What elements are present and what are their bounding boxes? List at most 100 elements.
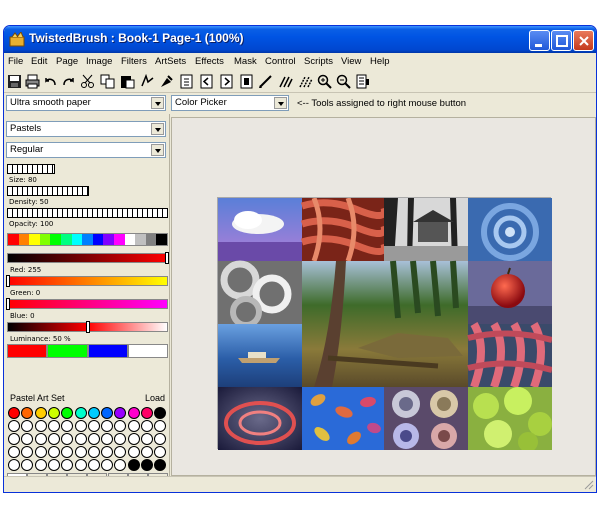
palette-color-well[interactable] [87, 446, 100, 458]
palette-load-button[interactable]: Load [145, 393, 165, 403]
menu-filters[interactable]: Filters [121, 56, 147, 67]
palette-color-well[interactable] [34, 459, 47, 471]
menu-artsets[interactable]: ArtSets [155, 56, 186, 67]
palette-color-well[interactable] [154, 433, 167, 445]
palette-color-well[interactable] [21, 433, 34, 445]
palette-color-well[interactable] [47, 407, 60, 419]
palette-color-well[interactable] [34, 407, 47, 419]
palette-color-well[interactable] [127, 407, 140, 419]
copy-icon[interactable] [100, 74, 115, 89]
palette-color-well[interactable] [101, 407, 114, 419]
right-tool-dropdown[interactable]: Color Picker [171, 95, 289, 111]
chevron-down-icon[interactable] [274, 97, 287, 109]
canvas-page[interactable] [217, 197, 553, 452]
chevron-down-icon[interactable] [151, 97, 164, 109]
palette-color-well[interactable] [47, 433, 60, 445]
menu-page[interactable]: Page [56, 56, 78, 67]
palette-color-well[interactable] [74, 459, 87, 471]
palette-color-well[interactable] [127, 446, 140, 458]
palette-color-well[interactable] [154, 459, 167, 471]
palette-color-well[interactable] [21, 407, 34, 419]
palette-color-well[interactable] [87, 407, 100, 419]
prev-page-icon[interactable] [199, 74, 214, 89]
menu-control[interactable]: Control [265, 56, 296, 67]
blend-icon[interactable] [298, 74, 313, 89]
blue-slider-thumb[interactable] [6, 298, 10, 310]
palette-color-well[interactable] [21, 459, 34, 471]
palette-color-well[interactable] [34, 446, 47, 458]
next-page-icon[interactable] [219, 74, 234, 89]
palette-color-well[interactable] [47, 446, 60, 458]
clone-icon[interactable] [140, 74, 155, 89]
palette-color-well[interactable] [141, 433, 153, 445]
palette-color-well[interactable] [74, 433, 87, 445]
green-slider[interactable] [6, 275, 168, 287]
palette-color-well[interactable] [47, 459, 60, 471]
print-icon[interactable] [25, 74, 40, 89]
palette-color-well[interactable] [61, 420, 74, 432]
brush-set-dropdown[interactable]: Pastels [6, 121, 166, 137]
spectrum-color-cell[interactable] [61, 234, 72, 245]
palette-color-well[interactable] [127, 433, 140, 445]
spectrum-color-cell[interactable] [92, 234, 104, 245]
new-page-icon[interactable] [179, 74, 194, 89]
size-slider[interactable] [7, 164, 55, 174]
spectrum-color-cell[interactable] [82, 234, 93, 245]
palette-color-well[interactable] [21, 420, 34, 432]
color-swatch[interactable] [47, 344, 88, 358]
menu-image[interactable]: Image [86, 56, 112, 67]
palette-color-well[interactable] [141, 420, 153, 432]
palette-color-well[interactable] [8, 407, 20, 419]
zoom-out-icon[interactable] [336, 74, 351, 89]
palette-color-well[interactable] [141, 459, 153, 471]
palette-color-well[interactable] [34, 433, 47, 445]
palette-color-well[interactable] [154, 407, 167, 419]
spectrum-color-cell[interactable] [114, 234, 125, 245]
blue-slider[interactable] [6, 298, 168, 310]
palette-color-well[interactable] [114, 420, 127, 432]
palette-color-well[interactable] [154, 446, 167, 458]
brush-icon[interactable] [258, 74, 273, 89]
luminance-slider[interactable] [7, 321, 168, 333]
spectrum-color-cell[interactable] [50, 234, 61, 245]
properties-icon[interactable] [355, 74, 370, 89]
paste-icon[interactable] [120, 74, 135, 89]
palette-color-well[interactable] [114, 446, 127, 458]
cut-icon[interactable] [80, 74, 95, 89]
opacity-slider[interactable] [7, 208, 168, 218]
luminance-slider-thumb[interactable] [85, 321, 90, 333]
palette-color-well[interactable] [8, 446, 20, 458]
palette-color-well[interactable] [101, 420, 114, 432]
close-button[interactable] [573, 30, 594, 51]
brush-dropdown[interactable]: Regular [6, 142, 166, 158]
pick-icon[interactable] [159, 74, 174, 89]
color-swatch[interactable] [7, 344, 48, 358]
menu-file[interactable]: File [8, 56, 23, 67]
undo-icon[interactable] [43, 74, 58, 89]
color-spectrum[interactable] [7, 233, 168, 246]
palette-color-well[interactable] [61, 459, 74, 471]
palette-color-well[interactable] [61, 407, 74, 419]
spectrum-color-cell[interactable] [8, 234, 19, 245]
palette-color-well[interactable] [74, 446, 87, 458]
palette-color-well[interactable] [87, 459, 100, 471]
palette-color-well[interactable] [87, 420, 100, 432]
palette-color-well[interactable] [87, 433, 100, 445]
spectrum-color-cell[interactable] [124, 234, 136, 245]
menu-edit[interactable]: Edit [31, 56, 47, 67]
palette-color-well[interactable] [61, 433, 74, 445]
spectrum-color-cell[interactable] [18, 234, 30, 245]
palette-color-well[interactable] [61, 446, 74, 458]
palette-color-well[interactable] [8, 433, 20, 445]
save-icon[interactable] [7, 74, 22, 89]
title-bar[interactable]: TwistedBrush : Book-1 Page-1 (100%) [4, 26, 596, 53]
menu-help[interactable]: Help [370, 56, 390, 67]
spectrum-color-cell[interactable] [103, 234, 114, 245]
menu-mask[interactable]: Mask [234, 56, 257, 67]
palette-color-well[interactable] [101, 459, 114, 471]
menu-view[interactable]: View [341, 56, 361, 67]
color-swatch[interactable] [127, 344, 168, 358]
paint-icon[interactable] [278, 74, 293, 89]
palette-color-well[interactable] [74, 420, 87, 432]
chevron-down-icon[interactable] [151, 123, 164, 135]
